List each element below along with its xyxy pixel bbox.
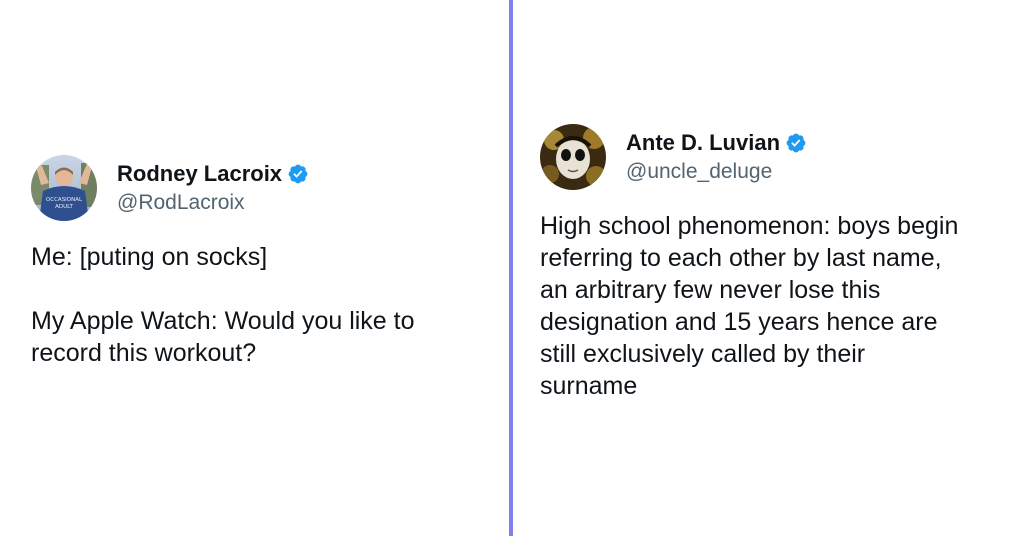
author-names: Rodney Lacroix @RodLacroix	[117, 161, 309, 216]
verified-badge-icon	[786, 133, 806, 152]
tweet-text: Me: [puting on socks] My Apple Watch: Wo…	[31, 243, 415, 367]
verified-badge-icon	[288, 164, 308, 183]
avatar-shirt-text: OCCASIONAL	[46, 197, 83, 203]
user-handle[interactable]: @uncle_deluge	[626, 159, 807, 185]
display-name[interactable]: Rodney Lacroix	[117, 161, 282, 187]
display-name[interactable]: Ante D. Luvian	[626, 130, 780, 156]
avatar[interactable]: OCCASIONAL ADULT	[31, 155, 97, 221]
tweet-header: OCCASIONAL ADULT Rodney Lacroix @RodLacr…	[31, 155, 491, 221]
tweet-header: Ante D. Luvian @uncle_deluge	[540, 124, 1015, 190]
svg-text:ADULT: ADULT	[55, 204, 73, 210]
tweet-card-ante: Ante D. Luvian @uncle_deluge High school…	[540, 124, 1015, 402]
tweet-text: High school phenomenon: boys begin refer…	[540, 212, 959, 400]
center-divider	[509, 0, 513, 536]
user-handle[interactable]: @RodLacroix	[117, 190, 309, 216]
avatar[interactable]	[540, 124, 606, 190]
author-names: Ante D. Luvian @uncle_deluge	[626, 130, 807, 185]
tweet-card-rodney: OCCASIONAL ADULT Rodney Lacroix @RodLacr…	[31, 155, 491, 369]
